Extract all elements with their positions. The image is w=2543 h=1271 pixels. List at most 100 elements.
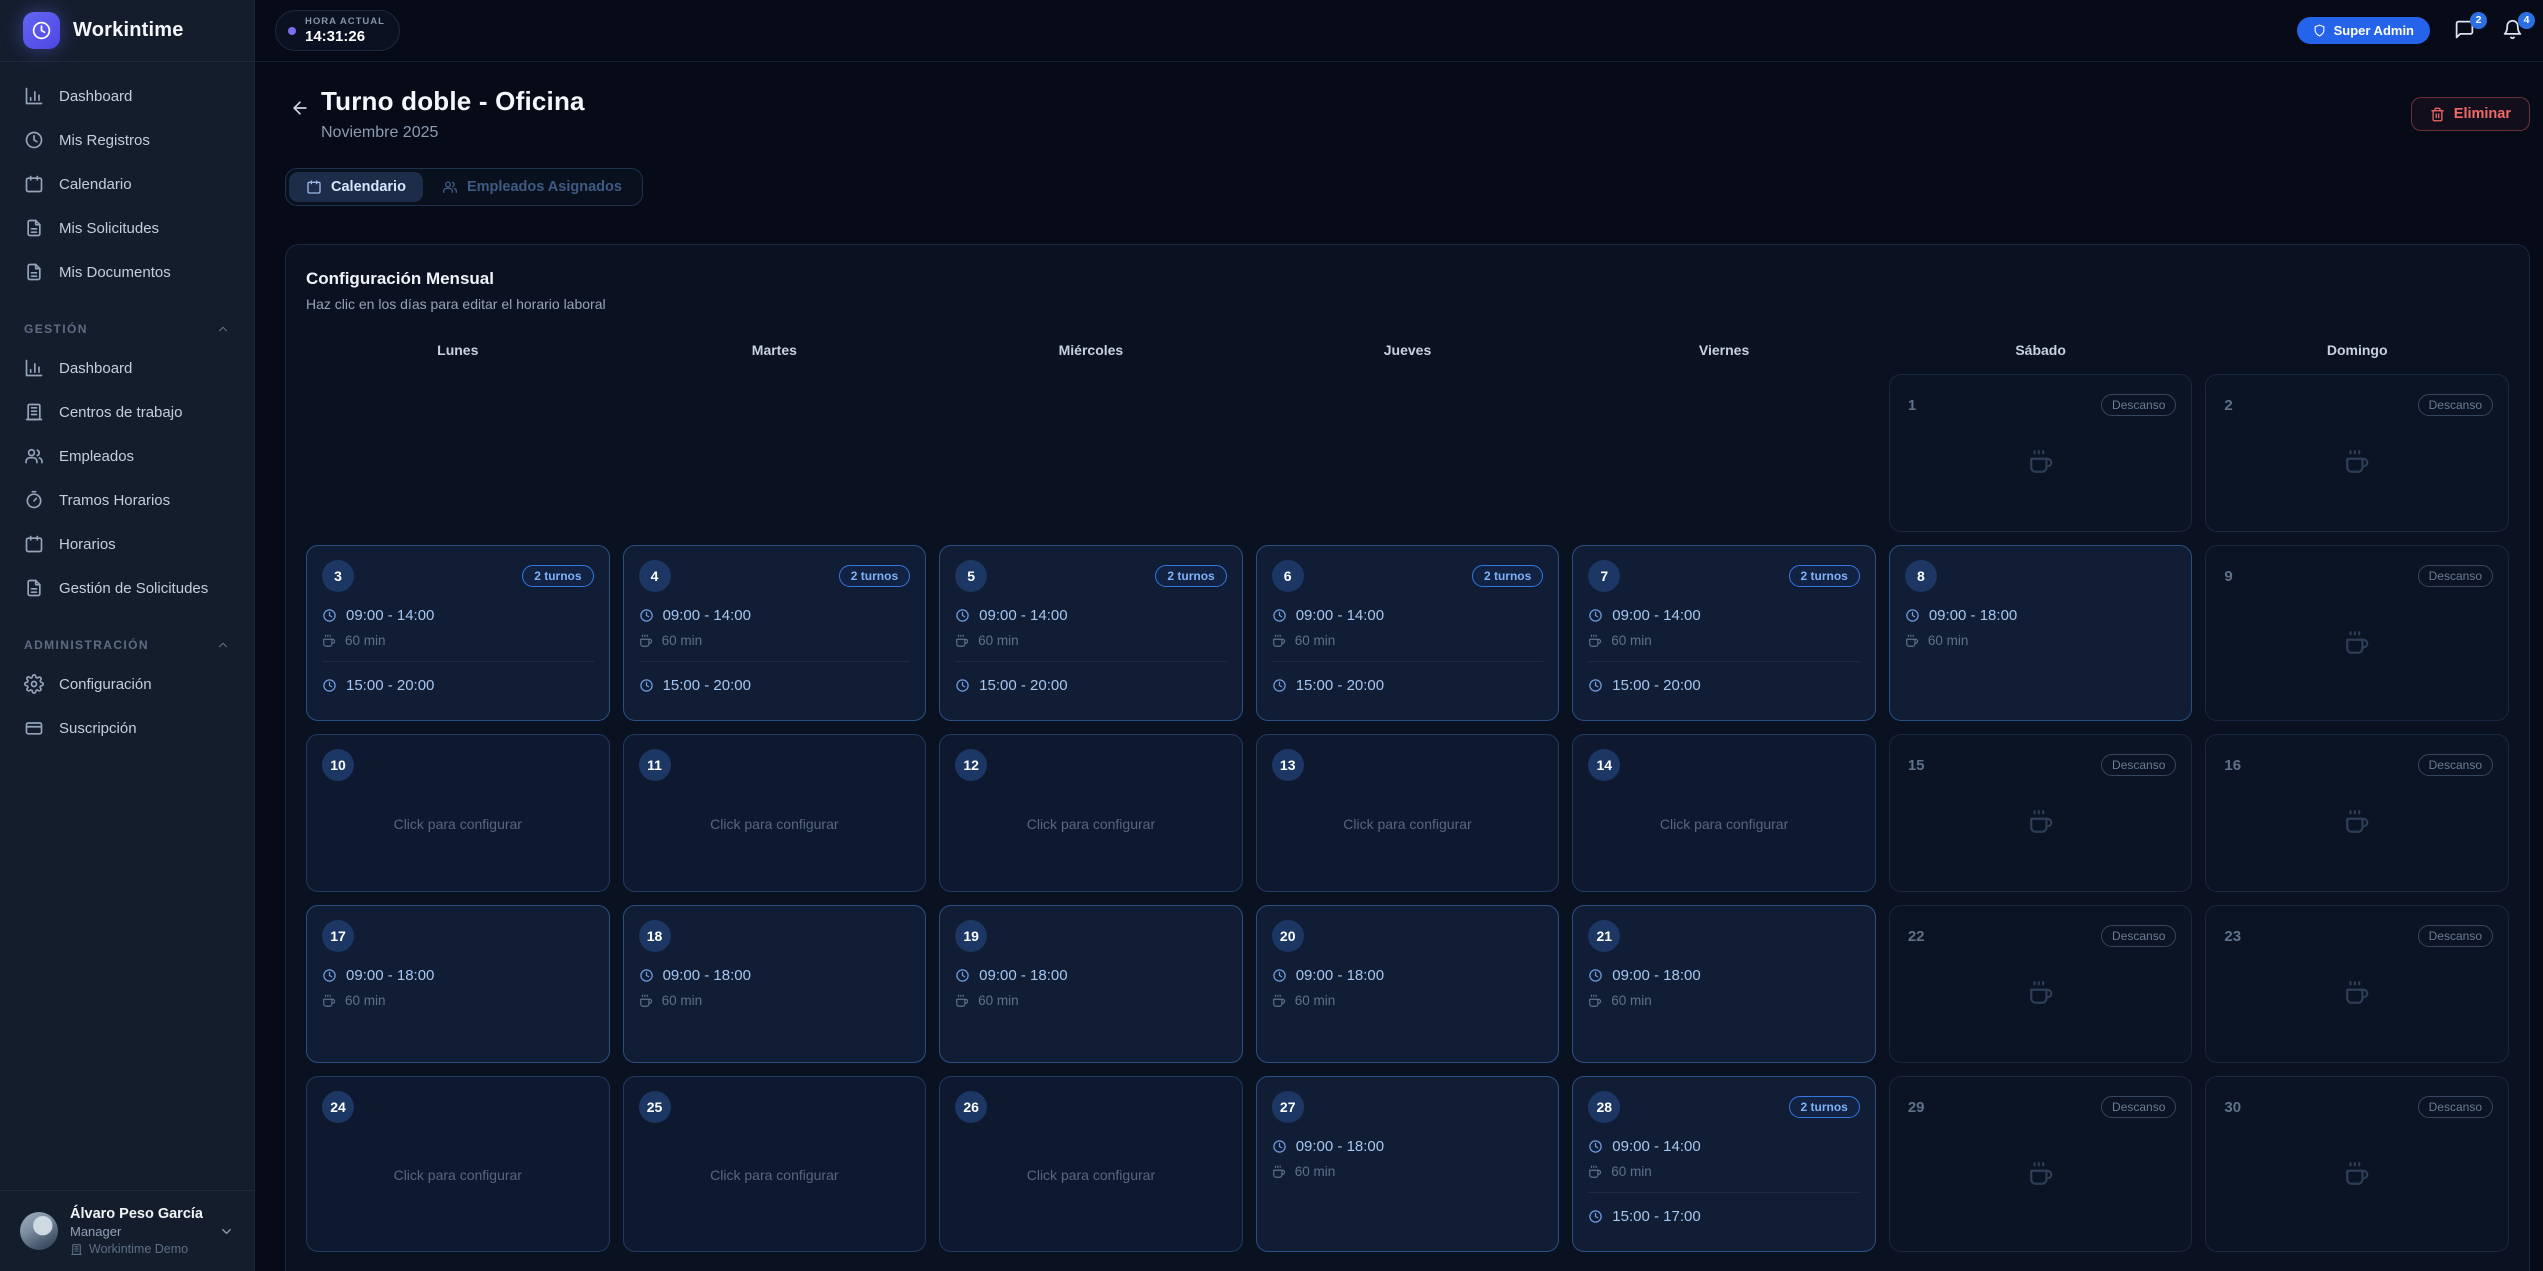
- break-duration: 60 min: [955, 633, 1227, 648]
- break-label: 60 min: [1611, 633, 1652, 648]
- tab-calendario[interactable]: Calendario: [289, 172, 423, 202]
- calendar-day-16[interactable]: 16Descanso: [2205, 734, 2509, 892]
- calendar-day-30[interactable]: 30Descanso: [2205, 1076, 2509, 1252]
- calendar-day-1[interactable]: 1Descanso: [1889, 374, 2193, 532]
- day-number: 27: [1272, 1091, 1304, 1123]
- sidebar-item-configuracion[interactable]: Configuración: [0, 662, 254, 706]
- clock-icon: [1588, 678, 1603, 693]
- calendar-day-8[interactable]: 809:00 - 18:0060 min: [1889, 545, 2193, 721]
- clock-icon: [1588, 1139, 1603, 1154]
- credit-card-icon: [24, 718, 44, 738]
- notifications-button[interactable]: 4: [2502, 19, 2526, 43]
- user-menu[interactable]: Álvaro Peso García Manager Workintime De…: [0, 1190, 254, 1271]
- user-info: Álvaro Peso García Manager Workintime De…: [70, 1206, 207, 1256]
- break-label: 60 min: [345, 993, 386, 1008]
- break-label: 60 min: [662, 633, 703, 648]
- sidebar-item-mis-registros[interactable]: Mis Registros: [0, 118, 254, 162]
- shift-time: 09:00 - 14:00: [1588, 1138, 1860, 1155]
- sidebar-item-calendario[interactable]: Calendario: [0, 162, 254, 206]
- back-button[interactable]: [285, 94, 315, 124]
- shift-time: 09:00 - 18:00: [322, 967, 594, 984]
- calendar-day-11[interactable]: 11Click para configurar: [623, 734, 927, 892]
- calendar-day-2[interactable]: 2Descanso: [2205, 374, 2509, 532]
- coffee-icon: [2344, 1161, 2370, 1187]
- day-number: 21: [1588, 920, 1620, 952]
- calendar-day-17[interactable]: 1709:00 - 18:0060 min: [306, 905, 610, 1063]
- break-duration: 60 min: [639, 993, 911, 1008]
- calendar-day-header: 30Descanso: [2221, 1091, 2493, 1123]
- sidebar-item-centros-de-trabajo[interactable]: Centros de trabajo: [0, 390, 254, 434]
- sidebar-item-tramos-horarios[interactable]: Tramos Horarios: [0, 478, 254, 522]
- calendar-day-3[interactable]: 32 turnos09:00 - 14:0060 min15:00 - 20:0…: [306, 545, 610, 721]
- users-icon: [24, 446, 44, 466]
- calendar-day-26[interactable]: 26Click para configurar: [939, 1076, 1243, 1252]
- calendar-day-7[interactable]: 72 turnos09:00 - 14:0060 min15:00 - 20:0…: [1572, 545, 1876, 721]
- calendar-day-20[interactable]: 2009:00 - 18:0060 min: [1256, 905, 1560, 1063]
- calendar-day-19[interactable]: 1909:00 - 18:0060 min: [939, 905, 1243, 1063]
- sidebar-item-dashboard[interactable]: Dashboard: [0, 346, 254, 390]
- sidebar-section-administracion[interactable]: ADMINISTRACIÓN: [0, 610, 254, 662]
- calendar-day-23[interactable]: 23Descanso: [2205, 905, 2509, 1063]
- calendar-day-10[interactable]: 10Click para configurar: [306, 734, 610, 892]
- calendar-day-25[interactable]: 25Click para configurar: [623, 1076, 927, 1252]
- calendar-day-21[interactable]: 21 09:00 - 18:00 60 min: [1572, 905, 1876, 1063]
- shift-time: 09:00 - 18:00: [1588, 967, 1860, 984]
- calendar-day-5[interactable]: 52 turnos09:00 - 14:0060 min15:00 - 20:0…: [939, 545, 1243, 721]
- coffee-icon: [955, 994, 969, 1008]
- shift-time: 15:00 - 20:00: [639, 677, 911, 694]
- sidebar-item-dashboard[interactable]: Dashboard: [0, 74, 254, 118]
- sidebar-item-mis-documentos[interactable]: Mis Documentos: [0, 250, 254, 294]
- shift-divider: [1588, 661, 1860, 662]
- rest-badge: Descanso: [2418, 754, 2493, 776]
- calendar-day-header: 27: [1272, 1091, 1544, 1123]
- calendar-day-4[interactable]: 42 turnos09:00 - 14:0060 min15:00 - 20:0…: [623, 545, 927, 721]
- calendar-day-header: 11: [639, 749, 911, 781]
- tab-empleados-asignados[interactable]: Empleados Asignados: [425, 172, 639, 202]
- calendar-day-header: 24: [322, 1091, 594, 1123]
- calendar-day-27[interactable]: 2709:00 - 18:0060 min: [1256, 1076, 1560, 1252]
- rest-badge: Descanso: [2101, 754, 2176, 776]
- calendar-day-15[interactable]: 15Descanso: [1889, 734, 2193, 892]
- shift-time-label: 09:00 - 18:00: [663, 967, 751, 984]
- delete-button[interactable]: Eliminar: [2411, 97, 2530, 131]
- configure-hint: Click para configurar: [940, 1167, 1242, 1183]
- calendar-day-6[interactable]: 62 turnos09:00 - 14:0060 min15:00 - 20:0…: [1256, 545, 1560, 721]
- coffee-icon: [2028, 1161, 2054, 1187]
- calendar-empty-cell: [1572, 374, 1876, 532]
- chevron-up-icon: [216, 322, 230, 336]
- sidebar-item-suscripcion[interactable]: Suscripción: [0, 706, 254, 750]
- calendar-day-14[interactable]: 14Click para configurar: [1572, 734, 1876, 892]
- calendar-day-29[interactable]: 29Descanso: [1889, 1076, 2193, 1252]
- calendar-day-12[interactable]: 12Click para configurar: [939, 734, 1243, 892]
- clock-icon: [955, 608, 970, 623]
- clock-icon: [639, 608, 654, 623]
- two-shifts-badge: 2 turnos: [522, 565, 593, 587]
- sidebar-item-gestion-de-solicitudes[interactable]: Gestión de Solicitudes: [0, 566, 254, 610]
- clock-icon: [1272, 678, 1287, 693]
- super-admin-label: Super Admin: [2334, 23, 2414, 38]
- day-number: 20: [1272, 920, 1304, 952]
- calendar-day-header: 13: [1272, 749, 1544, 781]
- calendar-day-13[interactable]: 13Click para configurar: [1256, 734, 1560, 892]
- shift-time: 15:00 - 17:00: [1588, 1208, 1860, 1225]
- break-duration: 60 min: [1588, 993, 1860, 1008]
- day-number: 3: [322, 560, 354, 592]
- calendar-day-18[interactable]: 1809:00 - 18:0060 min: [623, 905, 927, 1063]
- calendar-day-9[interactable]: 9Descanso: [2205, 545, 2509, 721]
- sidebar-section-gestion[interactable]: GESTIÓN: [0, 294, 254, 346]
- calendar-day-22[interactable]: 22Descanso: [1889, 905, 2193, 1063]
- shift-time: 09:00 - 14:00: [1588, 607, 1860, 624]
- sidebar-item-empleados[interactable]: Empleados: [0, 434, 254, 478]
- sidebar-item-mis-solicitudes[interactable]: Mis Solicitudes: [0, 206, 254, 250]
- calendar-day-28[interactable]: 282 turnos09:00 - 14:0060 min15:00 - 17:…: [1572, 1076, 1876, 1252]
- chat-button[interactable]: 2: [2454, 19, 2478, 43]
- break-duration: 60 min: [1272, 993, 1544, 1008]
- shift-time-label: 09:00 - 14:00: [979, 607, 1067, 624]
- calendar-day-24[interactable]: 24Click para configurar: [306, 1076, 610, 1252]
- sidebar-item-horarios[interactable]: Horarios: [0, 522, 254, 566]
- super-admin-button[interactable]: Super Admin: [2297, 17, 2430, 44]
- shift-time: 09:00 - 14:00: [1272, 607, 1544, 624]
- day-number: 13: [1272, 749, 1304, 781]
- calendar-day-header: 20: [1272, 920, 1544, 952]
- sidebar-item-label: Tramos Horarios: [59, 492, 170, 509]
